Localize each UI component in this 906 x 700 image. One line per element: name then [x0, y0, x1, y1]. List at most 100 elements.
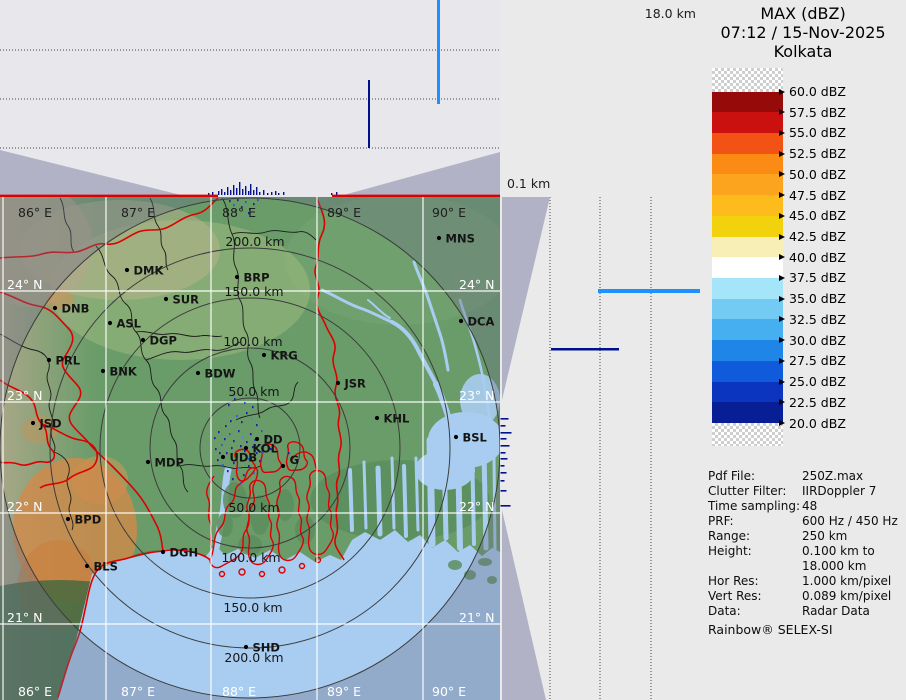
echo-spike: [224, 192, 225, 195]
echo-pixel: [240, 482, 242, 484]
echo-pixel: [214, 437, 216, 439]
city-dot: [262, 353, 266, 357]
metadata-row: Data:Radar Data: [708, 604, 904, 619]
echo-pixel: [236, 415, 238, 417]
metadata-row: Range:250 km: [708, 529, 904, 544]
echo-pixel: [221, 444, 223, 446]
city-label: JSD: [39, 417, 62, 431]
legend-color-block: [712, 133, 783, 154]
legend-tick-label: 42.5 dBZ: [789, 229, 846, 244]
right-panel-echo-dashes: [501, 418, 512, 507]
metadata-value: Radar Data: [802, 604, 870, 619]
lat-label-left: 23° N: [7, 388, 42, 403]
city-label: JSR: [344, 377, 367, 391]
city-dot: [164, 297, 168, 301]
city-label: BNK: [110, 365, 138, 379]
metadata-value: 18.000 km: [802, 559, 866, 574]
echo-pixel: [232, 478, 234, 480]
echo-bar: [551, 348, 619, 351]
city-dot: [454, 435, 458, 439]
city-dot: [31, 421, 35, 425]
city-label: PRL: [56, 354, 81, 368]
echo-pixel: [261, 430, 263, 432]
echo-pixel: [237, 199, 239, 201]
echo-pixel: [246, 441, 248, 443]
metadata-row: Height:0.100 km to: [708, 544, 904, 559]
echo-pixel: [219, 452, 221, 454]
echo-dash: [501, 438, 507, 440]
echo-pixel: [229, 433, 231, 435]
legend-tick: 57.5 dBZ: [779, 106, 846, 119]
echo-column: [368, 80, 370, 148]
echo-pixel: [253, 472, 255, 474]
city-label: SHD: [253, 641, 280, 655]
city-label: G: [290, 453, 299, 467]
city-dot: [221, 455, 225, 459]
echo-pixel: [233, 440, 235, 442]
city-label: KHL: [384, 412, 411, 426]
legend-color-block: [712, 112, 783, 133]
echo-spike: [221, 189, 222, 195]
lat-label-right: 23° N: [459, 388, 494, 403]
metadata-row: PRF:600 Hz / 450 Hz: [708, 514, 904, 529]
echo-pixel: [218, 431, 220, 433]
lon-label-bottom: 90° E: [432, 684, 466, 699]
echo-pixel: [248, 465, 250, 467]
city-label: DGP: [150, 334, 177, 348]
city-dot: [53, 306, 57, 310]
city-dot: [108, 321, 112, 325]
legend-tick-label: 45.0 dBZ: [789, 208, 846, 223]
tick-arrow-icon: [779, 234, 785, 240]
city-dot: [85, 564, 89, 568]
legend-tick-label: 32.5 dBZ: [789, 312, 846, 327]
echo-pixel: [229, 200, 231, 202]
legend-tick: 52.5 dBZ: [779, 147, 846, 160]
legend-tick: 47.5 dBZ: [779, 189, 846, 202]
radar-map: 200.0 km150.0 km100.0 km50.0 km50.0 km10…: [0, 197, 500, 700]
echo-spike: [233, 185, 234, 195]
echo-spike: [253, 190, 254, 195]
radar-display-window: 18.0 km 0.1 km: [0, 0, 906, 700]
legend-color-block: [712, 340, 783, 361]
right-panel-echo-bars: [551, 289, 700, 351]
legend-color-block: [712, 361, 783, 382]
echo-spike: [227, 187, 228, 195]
echo-dash: [501, 472, 507, 474]
metadata-value: 0.100 km to: [802, 544, 875, 559]
tick-arrow-icon: [779, 316, 785, 322]
echo-spike: [236, 188, 237, 195]
echo-pixel: [259, 460, 261, 462]
city-label: UDB: [230, 451, 258, 465]
product-datetime: 07:12 / 15-Nov-2025: [700, 23, 906, 42]
echo-pixel: [228, 404, 230, 406]
city-dot: [141, 338, 145, 342]
right-panel-blind-zone-wedges: [502, 197, 550, 700]
legend-color-block: [712, 382, 783, 403]
lon-label-bottom: 88° E: [222, 684, 256, 699]
lat-label-right: 21° N: [459, 610, 494, 625]
lat-label-right: 22° N: [459, 499, 494, 514]
lon-label-top: 87° E: [121, 205, 155, 220]
tick-arrow-icon: [779, 171, 785, 177]
echo-dash: [501, 465, 505, 467]
metadata-rows: Pdf File:250Z.maxClutter Filter:IIRDoppl…: [708, 469, 904, 619]
legend-tick-label: 27.5 dBZ: [789, 353, 846, 368]
echo-pixel: [240, 445, 242, 447]
city-dot: [47, 358, 51, 362]
city-dot: [235, 275, 239, 279]
legend-color-block: [712, 174, 783, 195]
city-label: SUR: [173, 293, 200, 307]
lon-label-top: 88° E: [222, 205, 256, 220]
city-label: KRG: [271, 349, 298, 363]
metadata-value: 1.000 km/pixel: [802, 574, 891, 589]
legend-tick-label: 47.5 dBZ: [789, 188, 846, 203]
legend-color-block: [712, 299, 783, 320]
legend-tick: 37.5 dBZ: [779, 271, 846, 284]
tick-arrow-icon: [779, 420, 785, 426]
echo-spike: [242, 189, 243, 195]
metadata-label: Height:: [708, 544, 802, 559]
echo-spike: [239, 182, 240, 195]
metadata-row: Vert Res:0.089 km/pixel: [708, 589, 904, 604]
echo-spike: [230, 190, 231, 195]
legend-tick: 42.5 dBZ: [779, 230, 846, 243]
